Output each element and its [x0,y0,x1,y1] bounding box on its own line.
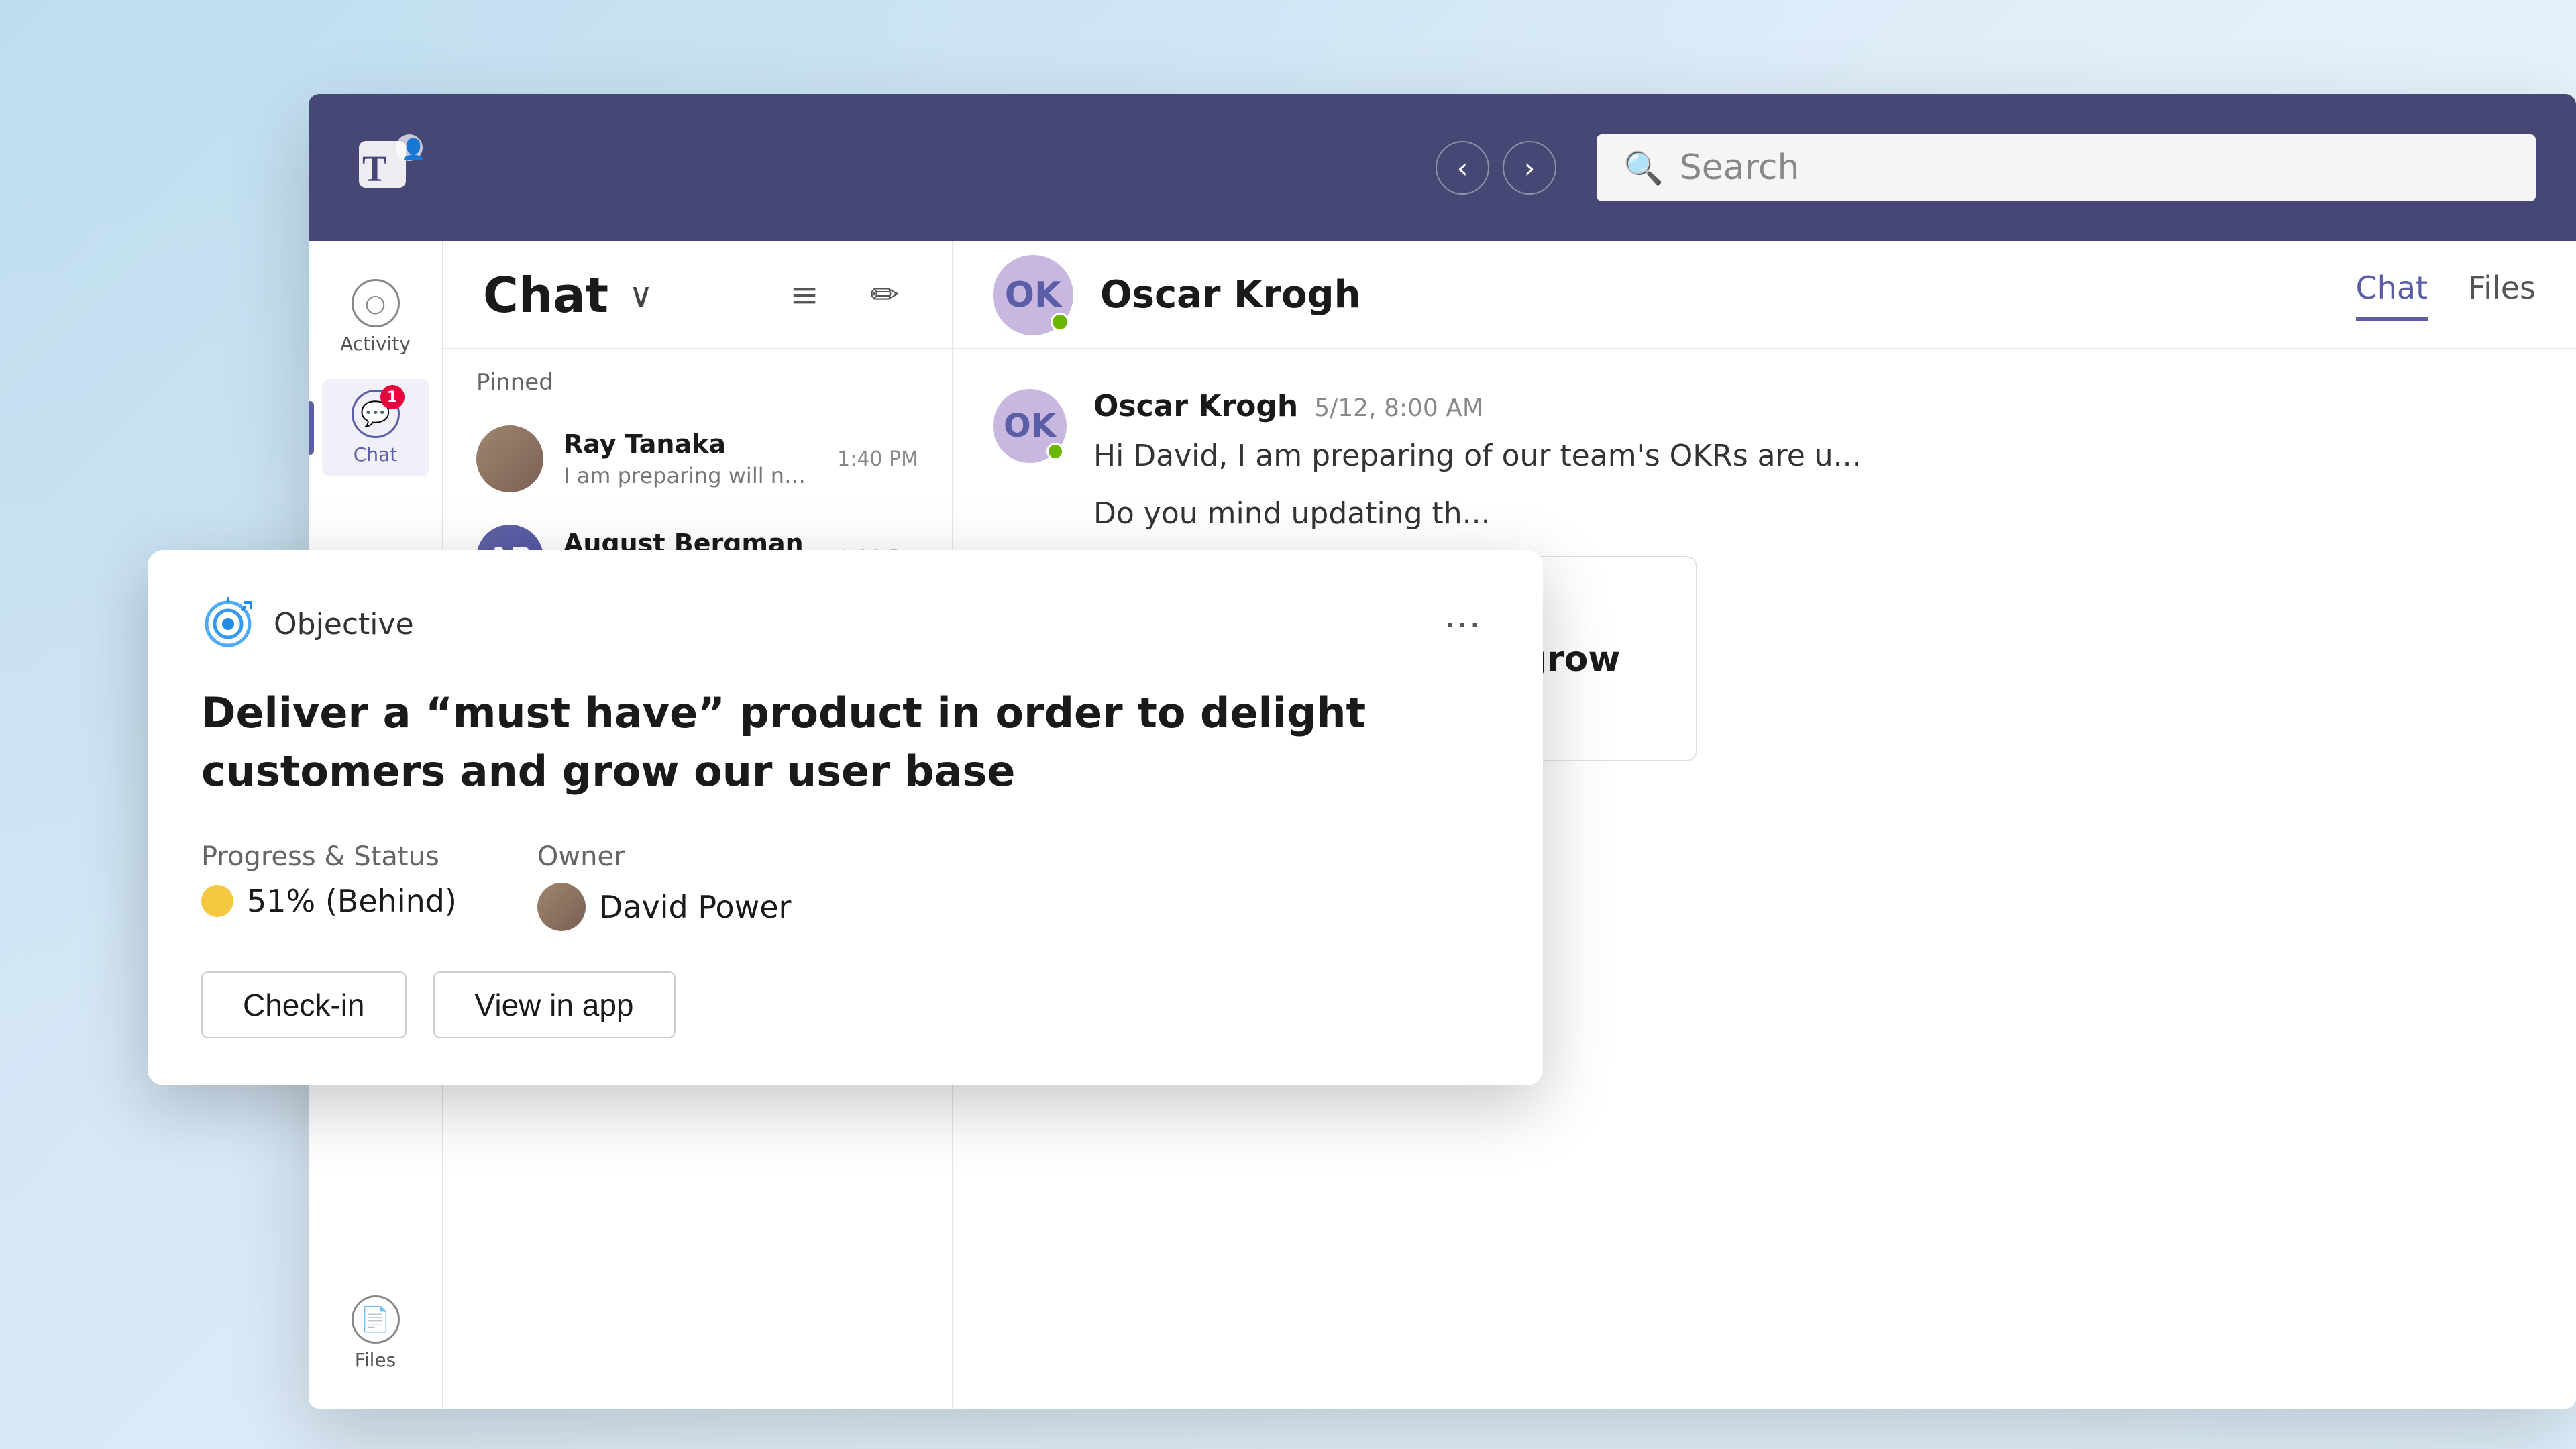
popup-more-button[interactable]: ⋯ [1436,597,1489,651]
msg-text-1: Hi David, I am preparing of our team's O… [1093,434,2536,478]
msg-status-dot [1046,443,1064,460]
chat-header-actions: ≡ ✏ [777,268,912,322]
msg-header: Oscar Krogh 5/12, 8:00 AM [1093,389,2536,423]
sidebar-chat-wrap: 💬 1 Chat [309,379,442,476]
ray-preview: I am preparing will need the initial lis… [564,463,817,488]
files-icon: 📄 [352,1295,400,1344]
sidebar-item-activity[interactable]: ○ Activity [322,268,429,366]
checkin-button[interactable]: Check-in [201,971,407,1038]
popup-title: Deliver a “must have” product in order t… [201,684,1489,801]
convo-header: OK Oscar Krogh Chat Files [953,241,2576,349]
svg-text:👤: 👤 [401,138,426,162]
title-bar: T 👤 ‹ › 🔍 Search [309,94,2576,241]
popup-owner-value: David Power [537,883,792,931]
popup-header: Objective ⋯ [201,597,1489,651]
popup-objective-icon [201,597,255,651]
back-button[interactable]: ‹ [1436,141,1489,195]
convo-status-dot [1051,313,1069,331]
tab-files[interactable]: Files [2468,270,2536,321]
svg-text:T: T [362,148,387,189]
convo-avatar: OK [993,255,1073,335]
popup-objective-label: Objective [274,607,414,641]
popup-header-left: Objective [201,597,414,651]
active-indicator [309,401,314,455]
popup-actions: Check-in View in app [201,971,1489,1038]
owner-name: David Power [599,889,792,925]
search-bar[interactable]: 🔍 Search [1597,134,2536,201]
progress-dot-icon [201,885,233,917]
sidebar-item-chat-label: Chat [354,443,397,466]
teams-logo-icon: T 👤 [349,127,429,208]
filter-icon[interactable]: ≡ [777,268,831,322]
forward-button[interactable]: › [1503,141,1556,195]
chat-panel-header: Chat ∨ ≡ ✏ [443,241,952,349]
ray-time: 1:40 PM [837,447,918,471]
search-icon: 🔍 [1623,149,1664,187]
popup-progress-value: 51% (Behind) [201,883,457,919]
sidebar-item-files-label: Files [355,1349,396,1371]
popup-owner-label: Owner [537,841,792,872]
progress-text: 51% (Behind) [247,883,457,919]
view-in-app-button[interactable]: View in app [433,971,676,1038]
popup-progress-section: Progress & Status 51% (Behind) [201,841,457,931]
sidebar-item-files[interactable]: 📄 Files [322,1285,429,1382]
msg-time: 5/12, 8:00 AM [1314,394,1483,422]
popup-owner-section: Owner David Power [537,841,792,931]
sidebar-item-chat[interactable]: 💬 1 Chat [322,379,429,476]
sidebar-files-wrap: 📄 Files [309,1285,442,1382]
popup-card: Objective ⋯ Deliver a “must have” produc… [148,550,1543,1085]
ray-info: Ray Tanaka I am preparing will need the … [564,429,817,488]
chat-icon: 💬 1 [352,390,400,438]
search-placeholder: Search [1680,148,1800,188]
convo-tabs: Chat Files [2356,270,2536,321]
popup-progress-label: Progress & Status [201,841,457,872]
sidebar-item-activity-label: Activity [340,333,411,355]
compose-icon[interactable]: ✏ [858,268,912,322]
msg-sender: Oscar Krogh [1093,389,1298,423]
chat-panel-title: Chat [483,267,608,323]
convo-contact-name: Oscar Krogh [1100,273,1360,317]
nav-arrows: ‹ › [1436,141,1556,195]
popup-meta: Progress & Status 51% (Behind) Owner Dav… [201,841,1489,931]
msg-avatar-ok: OK [993,389,1067,463]
owner-avatar [537,883,586,931]
chat-item-ray[interactable]: Ray Tanaka I am preparing will need the … [443,409,952,508]
sidebar-activity-wrap: ○ Activity [309,268,442,366]
pinned-label: Pinned [443,369,952,409]
ray-avatar [476,425,543,492]
ray-name: Ray Tanaka [564,429,817,459]
chat-badge: 1 [380,385,405,409]
tab-chat[interactable]: Chat [2356,270,2428,321]
msg-text-2: Do you mind updating th... [1093,492,2536,536]
activity-icon: ○ [352,279,400,327]
chat-dropdown-icon[interactable]: ∨ [629,276,653,315]
